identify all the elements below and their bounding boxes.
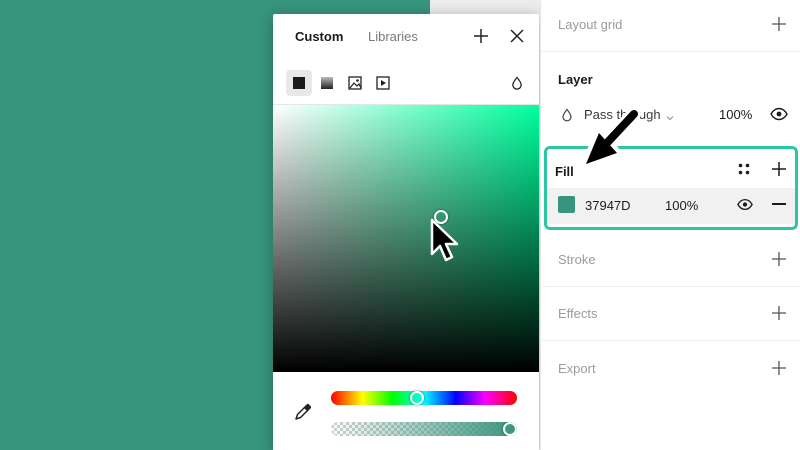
video-fill-icon[interactable] xyxy=(370,70,396,96)
gradient-fill-icon[interactable] xyxy=(314,70,340,96)
opacity-slider[interactable] xyxy=(331,422,517,436)
picker-tabs: Custom Libraries xyxy=(273,14,539,58)
opacity-gradient xyxy=(331,422,517,436)
fill-opacity-value[interactable]: 100% xyxy=(665,198,698,213)
plus-icon[interactable] xyxy=(770,359,788,377)
effects-title: Effects xyxy=(558,306,598,321)
eye-icon[interactable] xyxy=(737,198,753,211)
image-fill-icon[interactable] xyxy=(342,70,368,96)
eyedropper-icon[interactable] xyxy=(293,402,313,422)
styles-icon[interactable] xyxy=(737,162,751,176)
fill-title: Fill xyxy=(555,164,574,179)
plus-icon[interactable] xyxy=(770,250,788,268)
section-divider xyxy=(541,286,800,287)
plus-icon[interactable] xyxy=(770,304,788,322)
tab-custom[interactable]: Custom xyxy=(295,29,343,44)
plus-icon[interactable] xyxy=(471,26,491,46)
stroke-title: Stroke xyxy=(558,252,596,267)
saturation-brightness-field[interactable] xyxy=(273,105,539,372)
drop-icon xyxy=(560,108,574,122)
plus-icon[interactable] xyxy=(770,160,788,178)
chevron-down-icon[interactable] xyxy=(665,110,675,121)
section-divider xyxy=(541,340,800,341)
layout-grid-title: Layout grid xyxy=(558,17,623,32)
color-picker-popover: Custom Libraries xyxy=(273,14,539,450)
opacity-slider-handle[interactable] xyxy=(503,422,517,436)
export-title: Export xyxy=(558,361,596,376)
hue-slider-handle[interactable] xyxy=(410,391,425,405)
tab-libraries[interactable]: Libraries xyxy=(368,29,418,44)
section-divider xyxy=(541,51,800,52)
minus-icon[interactable] xyxy=(772,203,786,205)
annotation-arrow-icon xyxy=(580,104,648,170)
layer-title: Layer xyxy=(558,72,593,87)
properties-panel: Layout grid Layer Pass through 100% Fill… xyxy=(540,0,800,450)
mouse-cursor-icon xyxy=(430,218,460,264)
layer-opacity-value[interactable]: 100% xyxy=(719,107,752,122)
fill-type-row xyxy=(273,68,539,104)
fill-hex-value[interactable]: 37947D xyxy=(585,198,631,213)
solid-fill-icon[interactable] xyxy=(286,70,312,96)
plus-icon[interactable] xyxy=(770,15,788,33)
eye-icon[interactable] xyxy=(770,107,788,121)
fill-color-swatch[interactable] xyxy=(558,196,575,213)
close-icon[interactable] xyxy=(507,26,527,46)
drop-icon[interactable] xyxy=(504,70,530,96)
hue-slider[interactable] xyxy=(331,391,517,405)
